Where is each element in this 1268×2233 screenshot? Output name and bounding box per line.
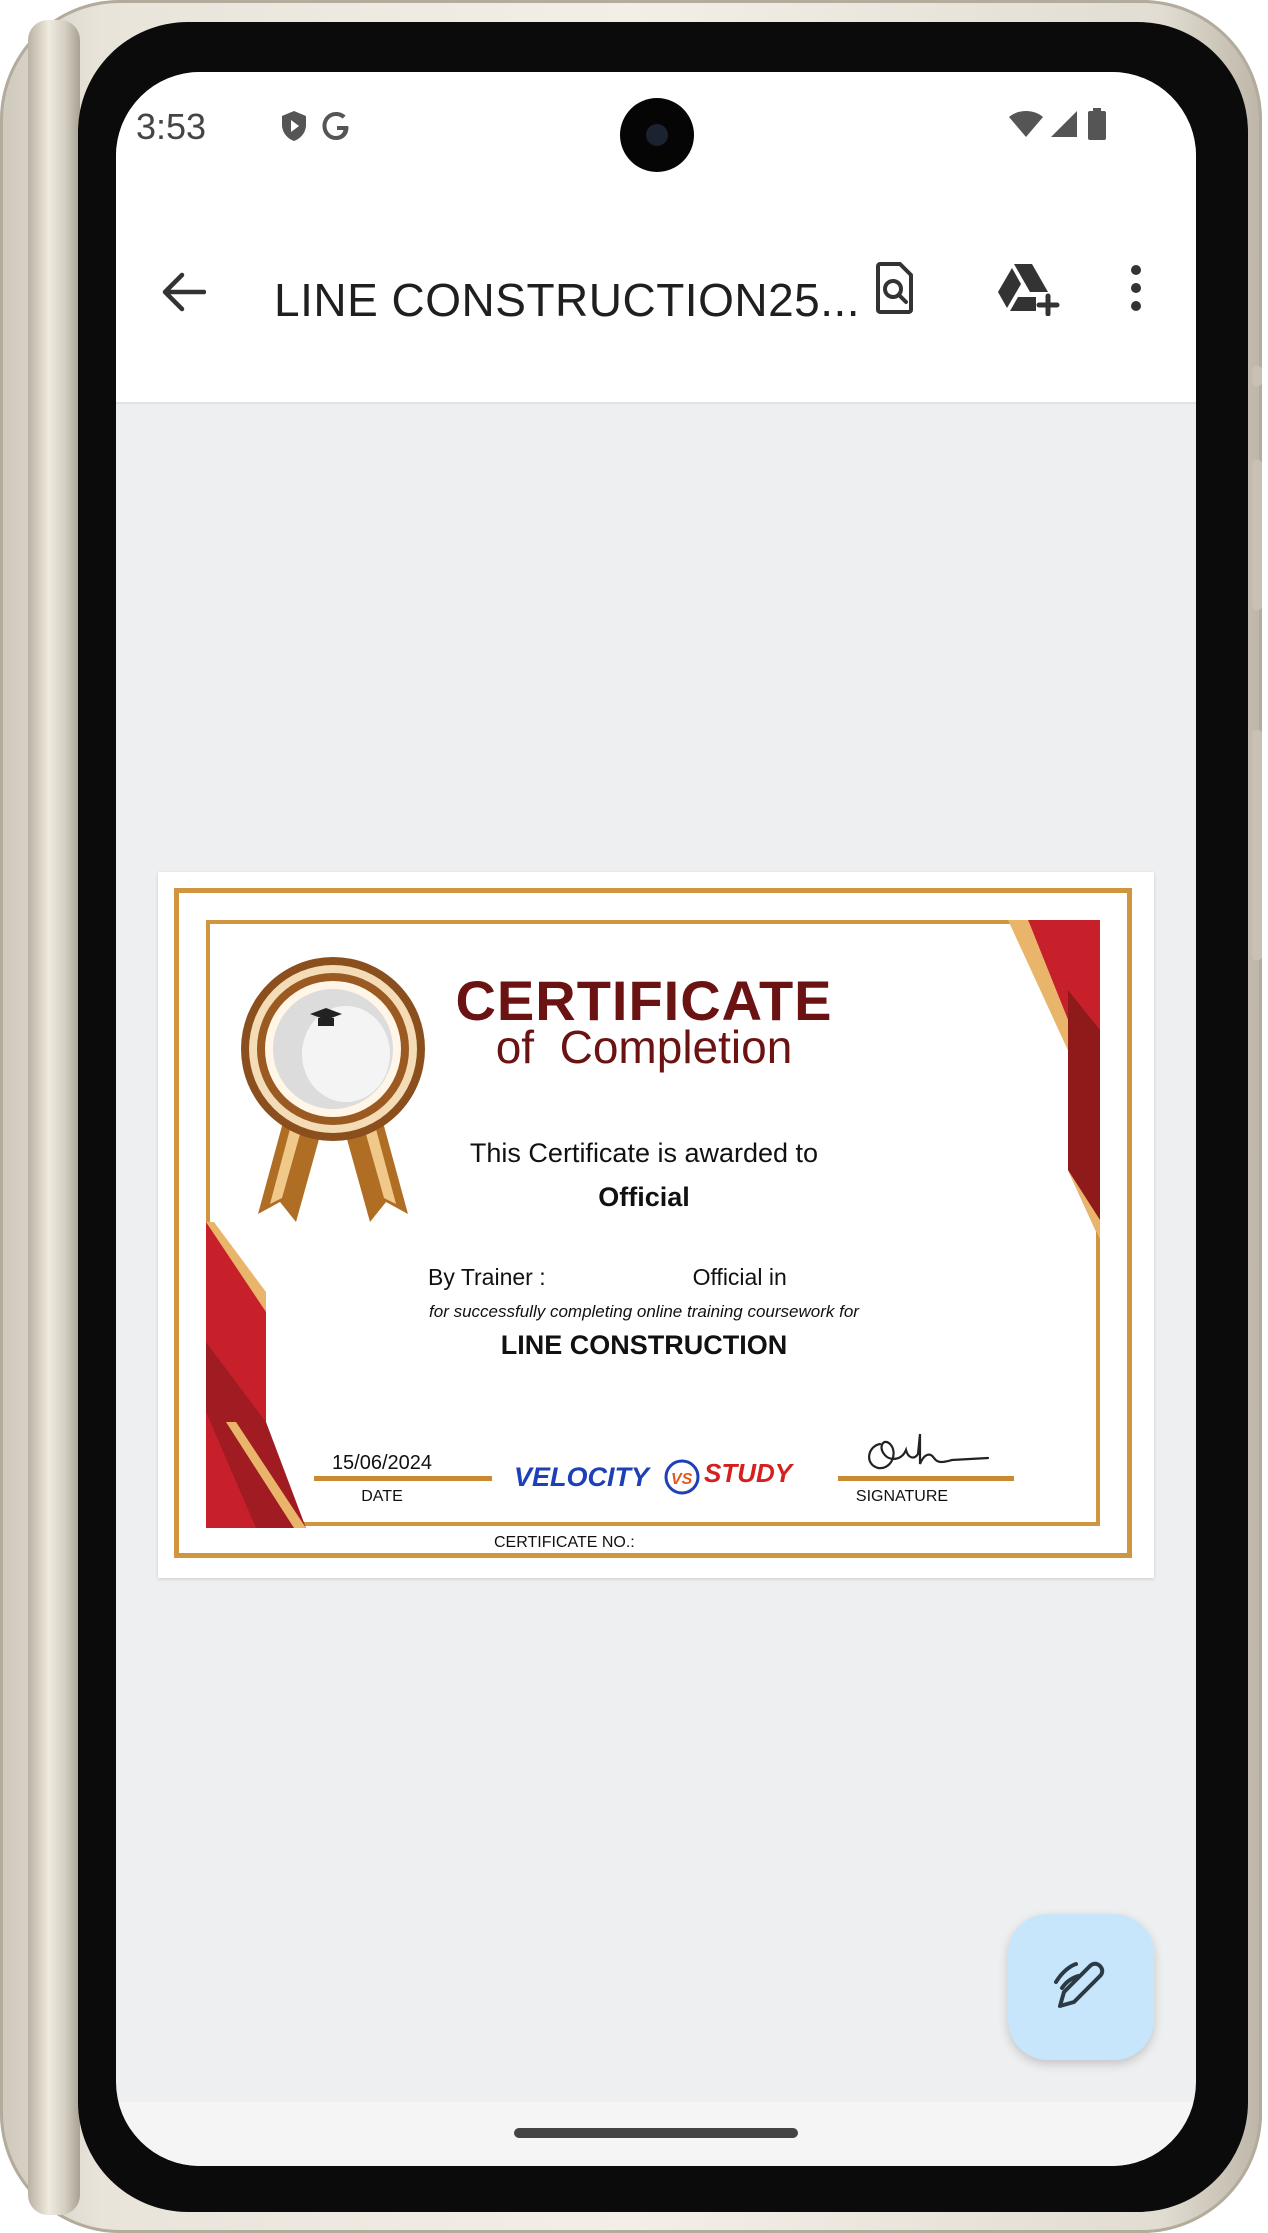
signature-label: SIGNATURE xyxy=(855,1488,949,1505)
certificate-number-label: CERTIFICATE NO.: xyxy=(494,1534,635,1551)
volume-button xyxy=(1252,460,1262,610)
award-badge-icon xyxy=(241,957,425,1222)
status-bar: 3:53 xyxy=(116,72,1196,182)
drive-add-icon[interactable] xyxy=(996,262,1060,316)
power-button xyxy=(1252,730,1262,960)
success-text: for successfully completing online train… xyxy=(429,1302,859,1321)
arrow-back-icon[interactable] xyxy=(160,272,206,312)
app-bar: LINE CONSTRUCTION25... xyxy=(116,182,1196,404)
document-title: LINE CONSTRUCTION25... xyxy=(274,274,861,326)
recipient-name: Official xyxy=(598,1182,690,1212)
certificate-page: CERTIFICATE of Completion This Certifica… xyxy=(158,872,1154,1578)
device-frame: 3:53 LINE CONSTRUCTION25... CERTIFICATE … xyxy=(0,0,1262,2233)
velocity-study-logo: VELOCITY VS STUDY xyxy=(514,1458,795,1495)
wifi-icon xyxy=(1009,111,1043,137)
google-g-icon xyxy=(322,112,349,140)
home-gesture-pill[interactable] xyxy=(514,2128,798,2138)
date-line xyxy=(314,1476,492,1481)
device-hinge xyxy=(28,20,80,2215)
annotate-fab[interactable] xyxy=(1008,1914,1154,2060)
find-in-file-icon[interactable] xyxy=(876,262,914,314)
logo-left-word: VELOCITY xyxy=(514,1462,652,1492)
signature-line xyxy=(838,1476,1014,1481)
screen: 3:53 LINE CONSTRUCTION25... CERTIFICATE … xyxy=(116,72,1196,2166)
corner-ribbon-top-right xyxy=(1008,920,1100,1240)
certificate-date: 15/06/2024 xyxy=(331,1452,433,1474)
awarded-text: This Certificate is awarded to xyxy=(469,1138,819,1168)
course-name: LINE CONSTRUCTION xyxy=(500,1330,788,1360)
front-camera xyxy=(620,98,694,172)
date-label: DATE xyxy=(361,1488,403,1505)
battery-icon xyxy=(1088,108,1106,140)
corner-ribbon-bottom-left xyxy=(206,1222,306,1528)
certificate-subheading: of Completion xyxy=(495,1021,793,1073)
play-protect-icon xyxy=(282,111,306,141)
logo-right-word: STUDY xyxy=(704,1458,795,1488)
edit-pen-icon xyxy=(1054,1961,1105,2008)
handwritten-signature xyxy=(868,1433,990,1470)
side-button xyxy=(1252,366,1262,386)
logo-monogram: VS xyxy=(671,1471,693,1488)
more-vert-icon[interactable] xyxy=(1130,264,1142,312)
status-time: 3:53 xyxy=(136,106,207,147)
signal-icon xyxy=(1051,111,1077,137)
trainer-text: By Trainer : Official in xyxy=(428,1264,787,1290)
